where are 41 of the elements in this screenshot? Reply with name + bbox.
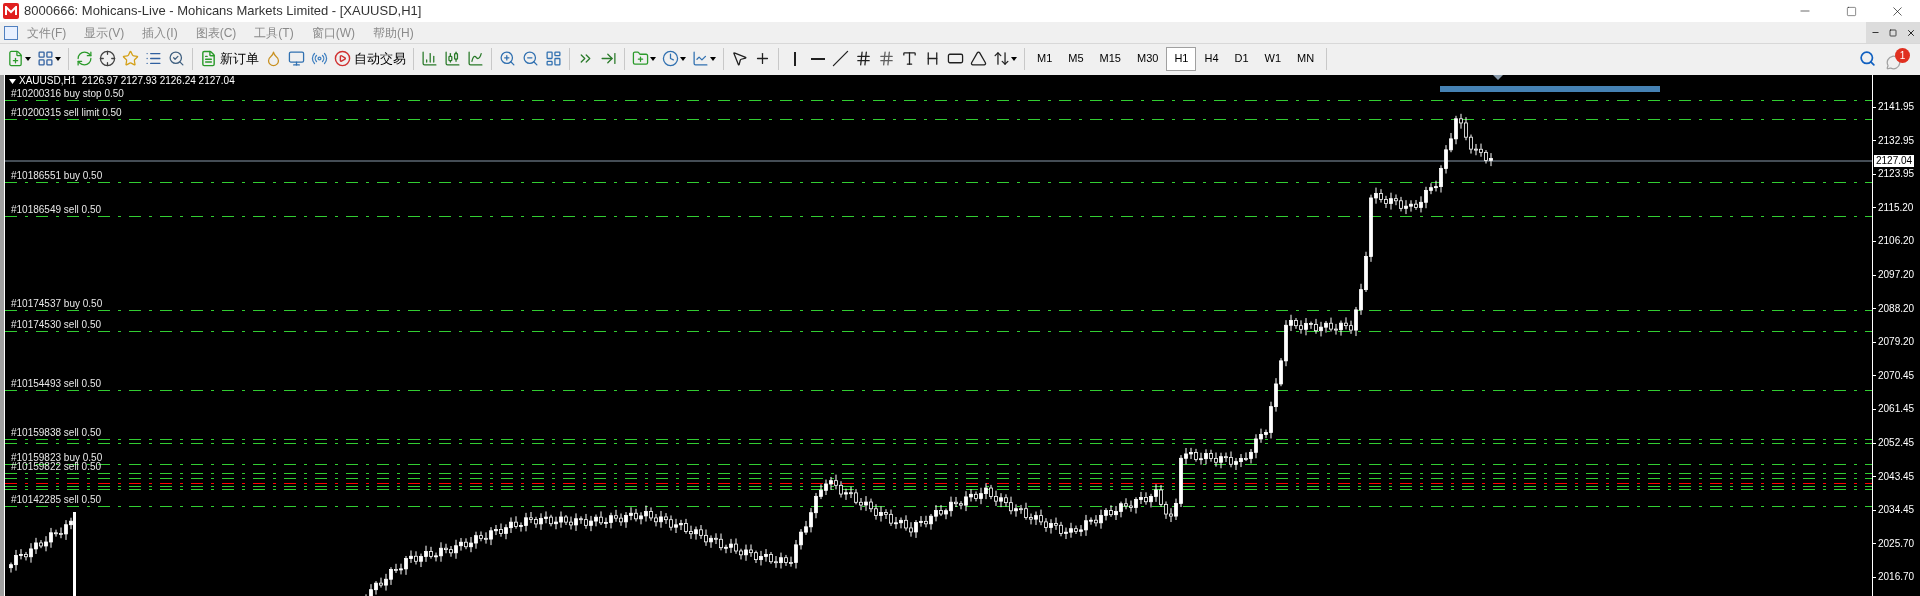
price-axis-label: 2016.70 <box>1878 571 1915 584</box>
price-axis-label: 2132.95 <box>1878 134 1915 147</box>
new-order-button[interactable]: 新订单 <box>197 46 262 71</box>
window-title: 8000666: Mohicans-Live - Mohicans Markets Limited - [XAUUSD,H1] <box>24 2 422 21</box>
price-axis-label: 2141.95 <box>1878 101 1915 113</box>
price-axis-label: 2079.20 <box>1878 336 1915 349</box>
timeframe-button[interactable]: H1 <box>1166 46 1197 71</box>
order-label: #10200315 sell limit 0.50 <box>11 107 122 118</box>
auto-trading-button[interactable]: 自动交易 <box>331 46 409 71</box>
notification-badge: 1 <box>1895 47 1910 63</box>
current-price-tag: 2127.04 <box>1874 155 1915 167</box>
price-axis-label: 2106.20 <box>1878 235 1915 248</box>
order-label: #10142285 sell 0.50 <box>11 494 102 505</box>
price-axis-label: 2088.20 <box>1878 302 1915 315</box>
order-label: #10159823 buy 0.50 <box>11 452 103 463</box>
price-axis-label: 2034.45 <box>1878 504 1915 517</box>
timeframe-button[interactable]: M15 <box>1091 46 1129 71</box>
price-axis-label: 2123.95 <box>1878 168 1915 181</box>
timeframe-button[interactable]: H4 <box>1196 46 1227 71</box>
timeframe-button[interactable]: M5 <box>1060 46 1092 71</box>
timeframe-button[interactable]: M30 <box>1128 46 1167 71</box>
price-axis-label: 2061.45 <box>1878 403 1915 416</box>
price-axis-label: 2097.20 <box>1878 269 1915 281</box>
order-label: #10200316 buy stop 0.50 <box>11 88 124 99</box>
price-axis-label: 2025.70 <box>1878 537 1915 550</box>
timeframe-button[interactable]: W1 <box>1256 46 1290 71</box>
timeframe-button[interactable]: MN <box>1289 46 1323 71</box>
messages-button[interactable]: 1 <box>1886 47 1910 70</box>
price-axis-label: 2043.45 <box>1878 470 1915 483</box>
price-axis-label: 2070.45 <box>1878 369 1915 382</box>
order-label: #10174530 sell 0.50 <box>11 319 102 330</box>
order-label: #10186551 buy 0.50 <box>11 170 103 181</box>
price-axis-label: 2052.45 <box>1878 437 1915 449</box>
timeframe-button[interactable]: M1 <box>1029 46 1061 71</box>
order-label: #10186549 sell 0.50 <box>11 204 102 215</box>
price-axis-label: 2115.20 <box>1878 201 1914 214</box>
timeframe-button[interactable]: D1 <box>1226 46 1257 71</box>
order-label: #10154493 sell 0.50 <box>11 378 102 389</box>
order-label: #10159838 sell 0.50 <box>11 427 102 438</box>
chart-header: XAUUSD,H1 2126.97 2127.93 2126.24 2127.04 <box>19 75 235 87</box>
order-label: #10174537 buy 0.50 <box>11 298 103 309</box>
